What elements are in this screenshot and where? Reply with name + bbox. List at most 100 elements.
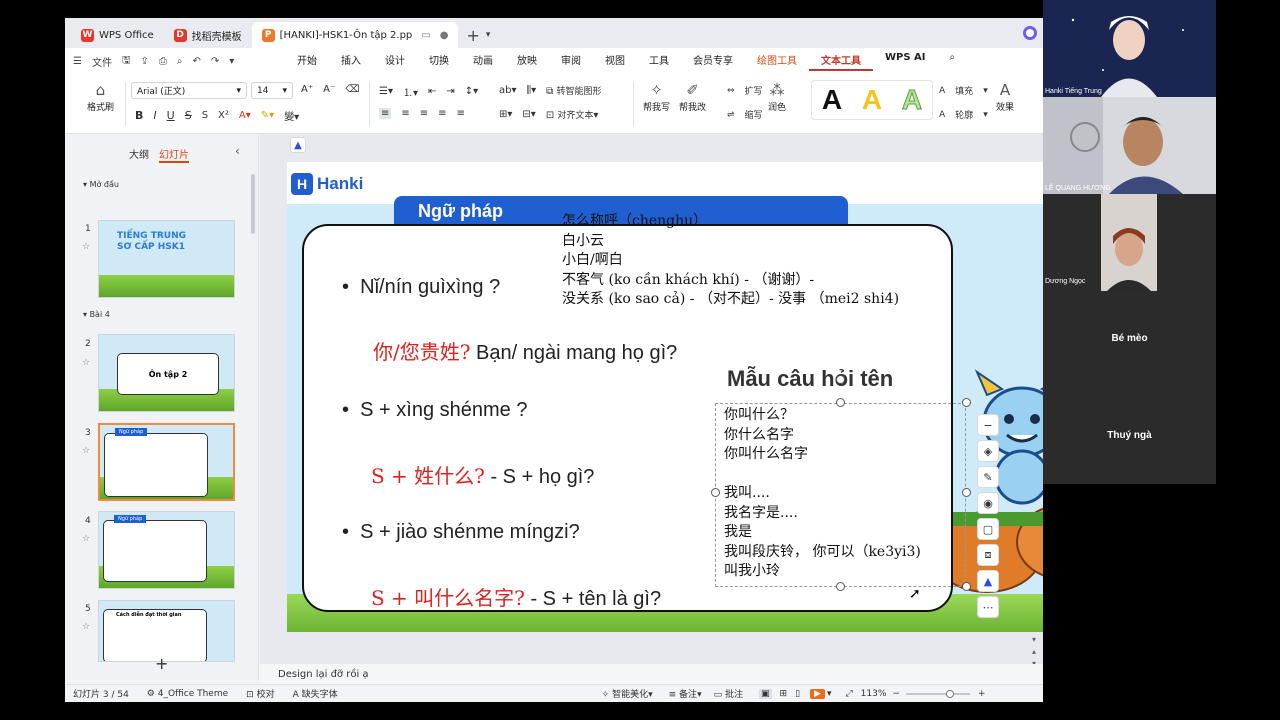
video-tile-host[interactable]: Hanki Tiếng Trung xyxy=(1043,0,1216,97)
line-spacing-icon[interactable]: ↕▾ xyxy=(465,86,478,97)
indent-decrease-icon[interactable]: ⇤ xyxy=(428,86,436,97)
menu-insert[interactable]: 插入 xyxy=(329,52,373,71)
play-slideshow-icon[interactable]: ▶ xyxy=(810,688,825,699)
help-write-button[interactable]: ✧ 帮我写 xyxy=(643,80,670,113)
bold-icon[interactable]: B xyxy=(135,109,143,122)
monitor-icon[interactable]: ▭ xyxy=(421,30,430,41)
italic-icon[interactable]: I xyxy=(153,109,156,122)
wordart-style-black[interactable]: A xyxy=(822,84,842,116)
section-header[interactable]: ▾ Bài 4 xyxy=(83,310,110,319)
menu-wps-ai[interactable]: WPS AI xyxy=(873,52,938,71)
outline-button[interactable]: A 轮廓 ▾ xyxy=(939,108,988,122)
effects-button[interactable]: A 效果 xyxy=(995,80,1015,113)
font-shrink-icon[interactable]: A⁻ xyxy=(323,84,335,95)
numbering-icon[interactable]: ⒈▾ xyxy=(403,84,418,99)
proofread-button[interactable]: ⊡ 校对 xyxy=(246,687,274,700)
layers-icon[interactable]: ◈ xyxy=(977,440,999,462)
hamburger-icon[interactable]: ☰ xyxy=(73,56,82,67)
panel-scrollbar[interactable] xyxy=(251,174,255,234)
tab-slides[interactable]: 幻灯片 xyxy=(159,146,189,163)
new-tab-button[interactable]: + xyxy=(466,22,479,48)
pen-icon[interactable]: ✎ xyxy=(977,466,999,488)
star-icon[interactable]: ☆ xyxy=(82,446,90,456)
tab-outline[interactable]: 大纲 xyxy=(129,146,149,163)
underline-icon[interactable]: U xyxy=(167,109,175,122)
current-slide[interactable]: H Hanki Ngữ pháp • Nǐ/nín guìxìng ? 你/您贵… xyxy=(287,162,1043,632)
more-icon[interactable]: ▾ xyxy=(229,56,234,67)
align-left-icon[interactable]: ≡ xyxy=(379,108,392,119)
slide-thumbnail-1[interactable]: TIẾNG TRUNG SƠ CẤP HSK1 xyxy=(98,220,235,298)
video-tile-participant[interactable]: Thuý ngà xyxy=(1043,388,1216,484)
bullets-icon[interactable]: ☰▾ xyxy=(379,86,393,97)
font-name-select[interactable]: Arial (正文) ▾ xyxy=(131,82,247,99)
resize-handle[interactable] xyxy=(836,582,845,591)
video-tile-participant[interactable]: Bé mèo xyxy=(1043,291,1216,388)
ai-float-icon[interactable]: ▲ xyxy=(290,137,306,153)
polish-button[interactable]: ⁂ 润色 xyxy=(767,80,787,113)
zoom-in-icon[interactable]: + xyxy=(978,689,986,699)
menu-transition[interactable]: 切换 xyxy=(417,52,461,71)
section-header[interactable]: ▾ Mở đầu xyxy=(83,180,119,189)
align-right-icon[interactable]: ≡ xyxy=(420,108,428,119)
minus-icon[interactable]: − xyxy=(977,414,999,436)
print-preview-icon[interactable]: ⌕ xyxy=(177,56,183,67)
star-icon[interactable]: ☆ xyxy=(82,358,90,368)
slide-thumbnail-2[interactable]: Ôn tập 2 xyxy=(98,334,235,412)
shadow-text-icon[interactable]: S xyxy=(202,110,208,121)
menu-member[interactable]: 会员专享 xyxy=(681,52,745,71)
fit-window-icon[interactable]: ⤢ xyxy=(845,689,852,699)
font-grow-icon[interactable]: A⁺ xyxy=(301,84,313,95)
search-icon[interactable]: ⌕ xyxy=(938,52,968,71)
smart-beautify-button[interactable]: ✧ 智能美化▾ xyxy=(602,687,653,700)
missing-font-button[interactable]: A 缺失字体 xyxy=(293,687,338,700)
notes-overlay-box[interactable]: 你叫什么？ 你什么名字 你叫什么名字 我叫.... 我名字是.... 我是 我叫… xyxy=(724,406,921,582)
resize-handle[interactable] xyxy=(962,582,971,591)
strikethrough-icon[interactable]: S xyxy=(185,109,192,122)
format-painter-button[interactable]: ⌂ 格式刷 xyxy=(87,80,114,113)
font-color-icon[interactable]: A▾ xyxy=(239,110,251,121)
menu-review[interactable]: 审阅 xyxy=(549,52,593,71)
smart-shape-button[interactable]: ⧉ 转智能图形 xyxy=(546,84,601,97)
clear-format-icon[interactable]: ⌫ xyxy=(345,84,359,95)
redo-icon[interactable]: ↷ xyxy=(211,56,219,67)
vertical-align-icon[interactable]: ⊟▾ xyxy=(522,109,535,120)
menu-file[interactable]: 文件 xyxy=(92,54,112,69)
more-options-icon[interactable]: ⋯ xyxy=(977,596,999,618)
ai-icon[interactable]: ▲ xyxy=(977,570,999,592)
text-box-icon[interactable]: ⊞▾ xyxy=(499,109,512,120)
star-icon[interactable]: ☆ xyxy=(82,622,90,632)
tab-presentation-file[interactable]: P [HANKI]-HSK1-Ôn tập 2.pp ▭ ● xyxy=(251,22,459,48)
normal-view-icon[interactable]: ▣ xyxy=(759,688,772,699)
font-size-select[interactable]: 14 ▾ xyxy=(251,82,293,99)
resize-handle[interactable] xyxy=(711,488,720,497)
zoom-level[interactable]: 113% xyxy=(861,689,887,699)
fill-bucket-icon[interactable]: ◉ xyxy=(977,492,999,514)
ai-assistant-icon[interactable] xyxy=(1023,26,1037,40)
export-icon[interactable]: ⇪ xyxy=(141,56,149,67)
slide-canvas[interactable]: ▲ H Hanki Ngữ pháp • Nǐ/nín guìxìng ? 你/… xyxy=(260,134,1043,668)
zoom-slider-thumb[interactable] xyxy=(945,689,954,698)
crop-icon[interactable]: ⧈ xyxy=(977,544,999,566)
expand-button[interactable]: ⇔ 扩写 xyxy=(727,84,763,98)
chevron-down-icon[interactable]: ▾ xyxy=(827,689,832,699)
align-text-button[interactable]: ⊡ 对齐文本▾ xyxy=(546,108,599,121)
shrink-button[interactable]: ⇌ 缩写 xyxy=(727,108,763,122)
speaker-notes[interactable]: Design lại đỡ rồi ạ xyxy=(260,664,1043,684)
fill-button[interactable]: A 填充 ▾ xyxy=(939,84,988,98)
columns-icon[interactable]: ⫼▾ xyxy=(527,85,537,96)
video-tile-participant[interactable]: LÊ QUANG HƯƠNG xyxy=(1043,97,1216,194)
zoom-out-icon[interactable]: − xyxy=(892,689,900,699)
resize-handle[interactable] xyxy=(962,488,971,497)
help-modify-button[interactable]: ✐ 帮我改 xyxy=(679,80,706,113)
theme-button[interactable]: ⚙ 4_Office Theme xyxy=(147,689,228,699)
star-icon[interactable]: ☆ xyxy=(82,242,90,252)
add-slide-button[interactable]: + xyxy=(155,654,168,673)
chevron-down-icon[interactable]: ▾ xyxy=(486,22,491,48)
wordart-style-yellow[interactable]: A xyxy=(862,84,882,116)
notes-overlay-top[interactable]: 怎么称呼（chenghu） 白小云 小白/啊白 不客气 (ko cần khác… xyxy=(562,212,899,310)
menu-drawing-tools[interactable]: 绘图工具 xyxy=(745,52,809,71)
menu-animation[interactable]: 动画 xyxy=(461,52,505,71)
menu-home[interactable]: 开始 xyxy=(285,52,329,71)
menu-text-tools[interactable]: 文本工具 xyxy=(809,52,873,71)
video-tile-participant[interactable]: Dương Ngọc xyxy=(1043,194,1216,291)
